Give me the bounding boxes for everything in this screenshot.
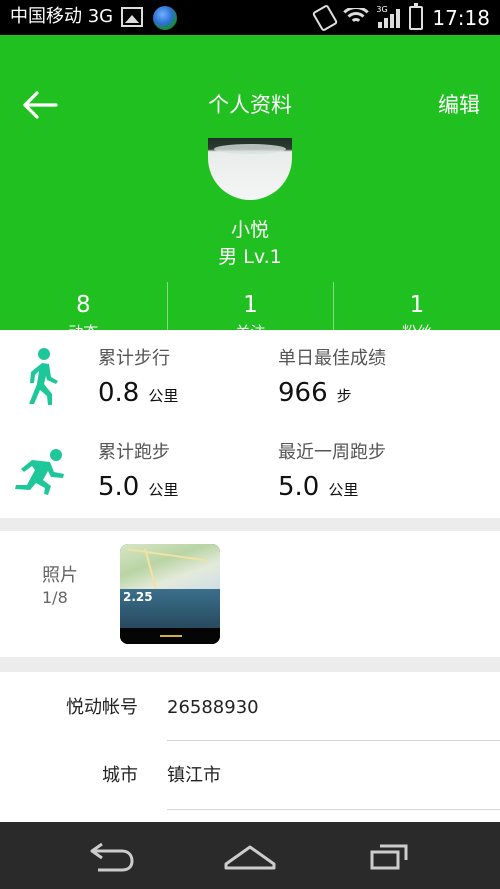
account-row: 悦动帐号 26588930 <box>0 672 500 741</box>
photos-count: 1/8 <box>42 588 68 607</box>
photos-section[interactable]: 照片 1/8 2.25 <box>0 531 500 657</box>
metric-value: 5.0 公里 <box>98 470 178 507</box>
metric-number: 966 <box>278 378 328 408</box>
metric-label: 最近一周跑步 <box>278 442 386 463</box>
stat-value: 1 <box>243 292 258 318</box>
avatar[interactable] <box>208 138 292 200</box>
activity-summary: 累计步行 0.8 公里 单日最佳成绩 966 步 累计跑步 5.0 公里 最近一周跑步… <box>0 330 500 518</box>
metric-label: 累计步行 <box>98 348 170 369</box>
gender-level: 男 Lv.1 <box>218 246 282 268</box>
page-title: 个人资料 <box>208 93 292 117</box>
walking-icon <box>29 348 58 405</box>
network-badge: 3G <box>376 4 388 14</box>
signal-icon: 3G <box>376 4 401 28</box>
city-row: 城市 镇江市 <box>0 741 500 810</box>
navigation-bar <box>0 822 500 889</box>
back-icon[interactable] <box>80 836 140 876</box>
home-icon[interactable] <box>220 836 280 876</box>
metric-number: 0.8 <box>98 378 140 408</box>
run-week: 最近一周跑步 5.0 公里 <box>278 441 386 507</box>
metric-number: 5.0 <box>98 472 140 502</box>
globe-icon <box>153 6 177 30</box>
wifi-icon <box>343 7 370 28</box>
photos-label: 照片 <box>42 565 78 586</box>
divider <box>167 809 500 810</box>
profile-header: 个人资料 编辑 小悦 男 Lv.1 8 动态 1 关注 1 粉丝 <box>0 35 500 352</box>
vibrate-icon <box>312 3 339 32</box>
recent-apps-icon[interactable] <box>360 836 420 876</box>
status-bar: 中国移动 3G 3G 17:18 <box>0 0 500 35</box>
photo-thumbnail[interactable]: 2.25 <box>120 544 220 644</box>
city-label: 城市 <box>102 765 138 786</box>
photo-distance: 2.25 <box>123 590 153 604</box>
stat-value: 8 <box>75 292 91 318</box>
account-id-value: 26588930 <box>167 697 259 718</box>
metric-value: 5.0 公里 <box>278 470 386 507</box>
photo-footer <box>120 628 220 644</box>
metric-unit: 公里 <box>148 481 179 499</box>
metric-value: 0.8 公里 <box>98 376 178 413</box>
metric-label: 累计跑步 <box>98 442 170 463</box>
picture-icon <box>121 7 143 27</box>
edit-button[interactable]: 编辑 <box>438 91 480 119</box>
clock: 17:18 <box>432 5 490 30</box>
metric-unit: 公里 <box>148 387 179 405</box>
metric-number: 5.0 <box>278 472 320 502</box>
battery-icon <box>409 2 424 30</box>
walk-best: 单日最佳成绩 966 步 <box>278 347 386 413</box>
metric-unit: 公里 <box>328 481 359 499</box>
user-name: 小悦 <box>230 219 269 241</box>
stat-value: 1 <box>409 292 425 318</box>
metric-unit: 步 <box>336 387 352 405</box>
metric-value: 966 步 <box>278 376 386 413</box>
account-info: 悦动帐号 26588930 城市 镇江市 <box>0 672 500 822</box>
status-icons: 3G 17:18 <box>312 2 490 32</box>
run-total: 累计跑步 5.0 公里 <box>98 441 178 507</box>
city-value: 镇江市 <box>167 765 221 786</box>
metric-label: 单日最佳成绩 <box>278 348 386 369</box>
running-icon <box>15 449 64 495</box>
walk-total: 累计步行 0.8 公里 <box>98 347 178 413</box>
carrier-label: 中国移动 3G <box>10 6 114 27</box>
account-id-label: 悦动帐号 <box>66 697 138 718</box>
